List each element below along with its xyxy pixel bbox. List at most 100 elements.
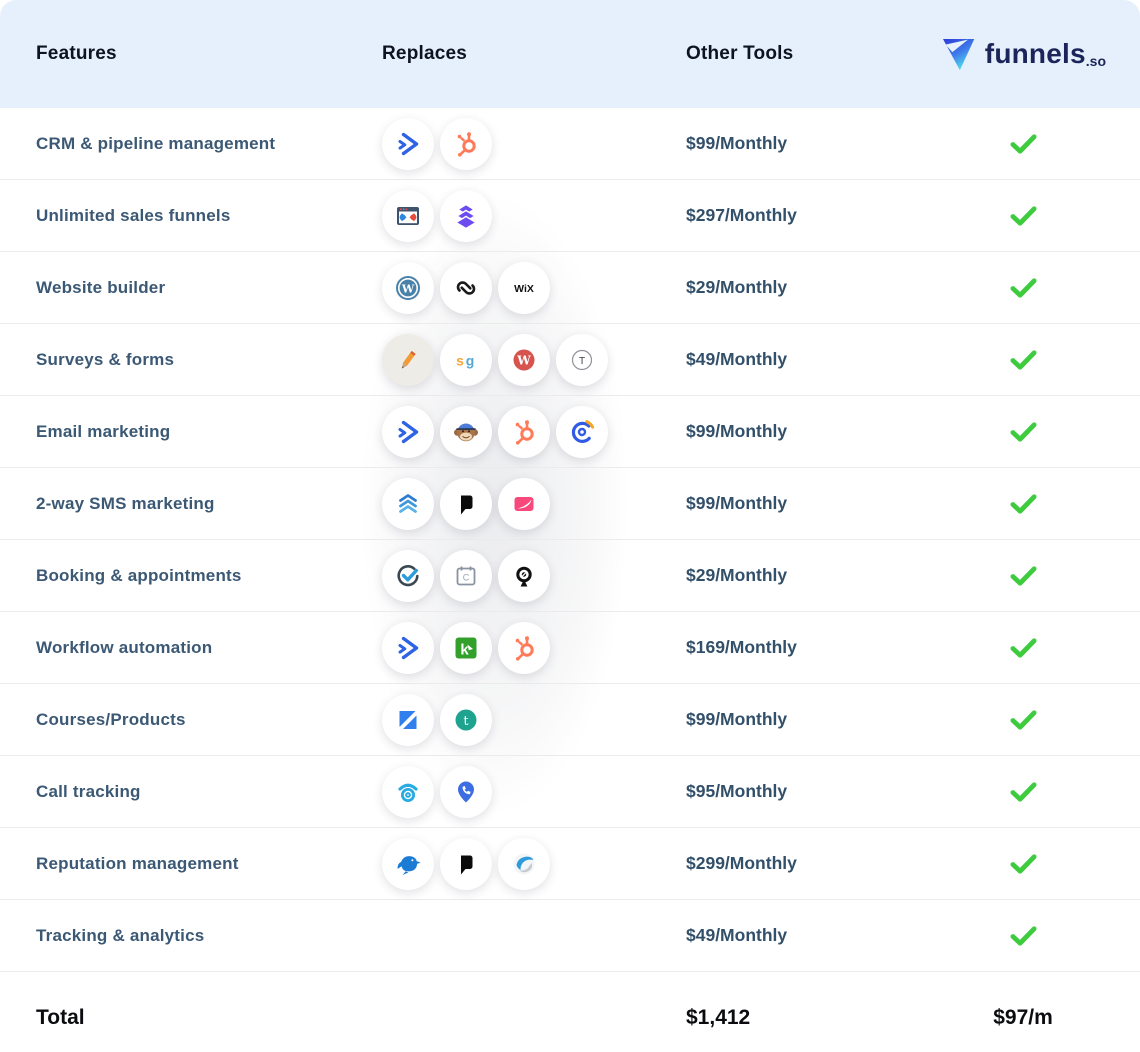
table-row: Tracking & analytics $49/Monthly (0, 900, 1140, 972)
pink-envelope-icon (498, 478, 550, 530)
feature-label: Booking & appointments (0, 566, 382, 586)
other-tools-price: $299/Monthly (650, 853, 906, 874)
activecampaign-icon (382, 406, 434, 458)
table-row: Booking & appointments C $29/Monthly (0, 540, 1140, 612)
wordpress-icon: W (382, 262, 434, 314)
feature-label: Tracking & analytics (0, 926, 382, 946)
wufoo-icon: W (498, 334, 550, 386)
leadpages-icon (440, 190, 492, 242)
check-icon (1010, 637, 1037, 659)
hubspot-icon (498, 406, 550, 458)
funnels-included-cell (906, 421, 1140, 443)
replaced-tools (382, 838, 650, 890)
birdeye-icon (382, 838, 434, 890)
other-tools-price: $297/Monthly (650, 205, 906, 226)
funnels-included-cell (906, 637, 1140, 659)
svg-text:k: k (460, 641, 469, 658)
header-features: Features (0, 43, 382, 65)
replaced-tools: t (382, 694, 650, 746)
replaced-tools: C (382, 550, 650, 602)
header-replaces: Replaces (382, 43, 650, 65)
table-header: Features Replaces Other Tools funnels .s… (0, 0, 1140, 108)
svg-text:g: g (466, 352, 475, 368)
other-tools-price: $49/Monthly (650, 349, 906, 370)
kajabi-icon (382, 694, 434, 746)
callrail-icon (382, 766, 434, 818)
svg-text:C: C (463, 572, 470, 582)
feature-label: Call tracking (0, 782, 382, 802)
feature-label: Website builder (0, 278, 382, 298)
mailchimp-icon (440, 406, 492, 458)
brand-tld: .so (1086, 53, 1106, 74)
swoosh-circle-icon (498, 838, 550, 890)
header-other-tools: Other Tools (650, 43, 906, 65)
feature-label: Workflow automation (0, 638, 382, 658)
brand-name: funnels (985, 38, 1086, 70)
check-icon (1010, 781, 1037, 803)
other-tools-price: $95/Monthly (650, 781, 906, 802)
replaced-tools (382, 406, 650, 458)
funnels-included-cell (906, 493, 1140, 515)
svg-text:WiX: WiX (514, 283, 534, 295)
check-icon (1010, 565, 1037, 587)
svg-text:T: T (579, 355, 585, 366)
wix-icon: WiX (498, 262, 550, 314)
survey-pencil-icon (382, 334, 434, 386)
teachable-icon: t (440, 694, 492, 746)
constant-contact-icon (556, 406, 608, 458)
feature-label: Courses/Products (0, 710, 382, 730)
squarespace-icon (440, 262, 492, 314)
table-row: Courses/Products t $99/Monthly (0, 684, 1140, 756)
replaced-tools: W WiX (382, 262, 650, 314)
feature-label: Reputation management (0, 854, 382, 874)
feature-label: 2-way SMS marketing (0, 494, 382, 514)
other-tools-price: $99/Monthly (650, 709, 906, 730)
check-icon (1010, 277, 1037, 299)
replaced-tools: k (382, 622, 650, 674)
funnels-logo-icon (938, 34, 978, 74)
check-icon (1010, 925, 1037, 947)
total-other-tools-value: $1,412 (650, 1006, 906, 1030)
total-label: Total (0, 1006, 382, 1030)
funnels-included-cell (906, 565, 1140, 587)
total-funnels-value: $97/m (906, 1006, 1140, 1030)
check-icon (1010, 493, 1037, 515)
table-row: Email marketing $99/Monthly (0, 396, 1140, 468)
comparison-table: Features Replaces Other Tools funnels .s… (0, 0, 1140, 1052)
check-icon (1010, 709, 1037, 731)
brand-logo: funnels .so (906, 34, 1140, 74)
other-tools-price: $29/Monthly (650, 565, 906, 586)
table-row: Website builder W WiX $29/Monthly (0, 252, 1140, 324)
funnels-included-cell (906, 781, 1140, 803)
table-row: Workflow automation k $169/Monthly (0, 612, 1140, 684)
table-row: Reputation management $299/Monthly (0, 828, 1140, 900)
check-icon (1010, 349, 1037, 371)
funnels-included-cell (906, 277, 1140, 299)
svg-text:t: t (463, 714, 469, 729)
svg-text:s: s (456, 352, 464, 368)
clickfunnels-icon (382, 190, 434, 242)
other-tools-price: $29/Monthly (650, 277, 906, 298)
table-row: Surveys & formssgWT$49/Monthly (0, 324, 1140, 396)
other-tools-price: $99/Monthly (650, 421, 906, 442)
acuity-icon (498, 550, 550, 602)
typeform-icon: T (556, 334, 608, 386)
feature-label: Email marketing (0, 422, 382, 442)
other-tools-price: $49/Monthly (650, 925, 906, 946)
check-icon (1010, 853, 1037, 875)
table-row: CRM & pipeline management$99/Monthly (0, 108, 1140, 180)
activecampaign-icon (382, 118, 434, 170)
svg-text:W: W (401, 282, 415, 295)
other-tools-price: $169/Monthly (650, 637, 906, 658)
other-tools-price: $99/Monthly (650, 133, 906, 154)
replaced-tools (382, 478, 650, 530)
total-row: Total $1,412 $97/m (0, 972, 1140, 1052)
funnels-included-cell (906, 349, 1140, 371)
salesmsg-icon (382, 478, 434, 530)
feature-label: Unlimited sales funnels (0, 206, 382, 226)
funnels-included-cell (906, 133, 1140, 155)
activecampaign-icon (382, 622, 434, 674)
circle-check-booking-icon (382, 550, 434, 602)
hubspot-icon (440, 118, 492, 170)
replaced-tools (382, 118, 650, 170)
